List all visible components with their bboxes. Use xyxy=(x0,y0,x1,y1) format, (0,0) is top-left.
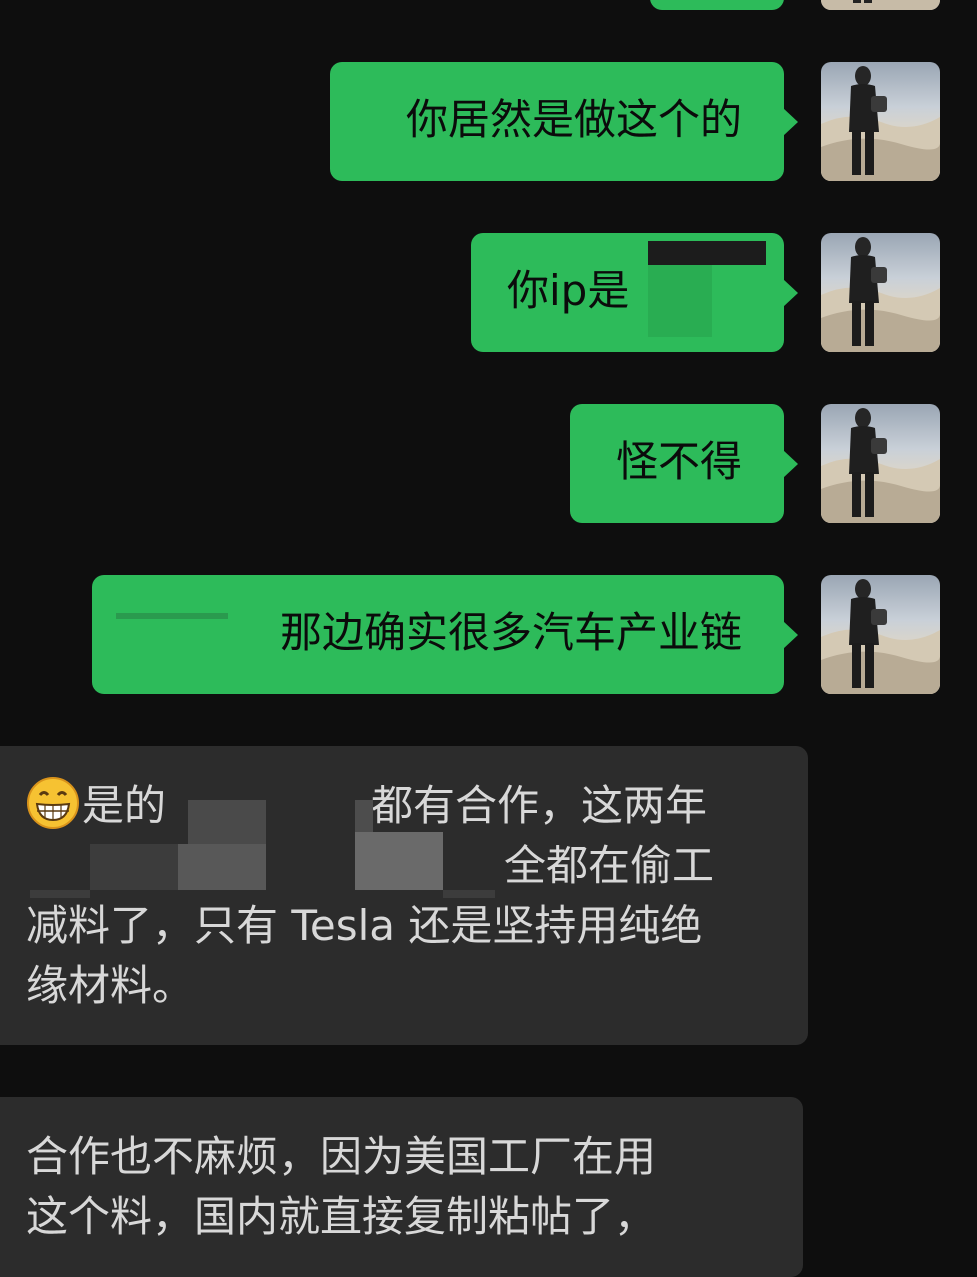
avatar[interactable] xyxy=(821,404,940,523)
message-line: 都有合作，这两年 xyxy=(371,776,707,836)
message-text: 合作也不麻烦，因为美国工厂在用 xyxy=(26,1132,657,1181)
message-text: 缘材料。 xyxy=(26,961,195,1010)
message-text: 是的 xyxy=(82,781,167,830)
cut-off-bubble-top xyxy=(650,0,784,10)
redaction-block xyxy=(355,832,443,890)
message-line: 这个料，国内就直接复制粘帖了， xyxy=(26,1187,656,1247)
redaction-block xyxy=(116,613,228,619)
person-in-desert-avatar-image xyxy=(821,0,940,10)
message-text: 这个料，国内就直接复制粘帖了， xyxy=(26,1192,657,1241)
redaction-block xyxy=(648,241,766,265)
person-in-desert-avatar-image xyxy=(821,408,940,523)
avatar[interactable] xyxy=(821,62,940,181)
person-in-desert-avatar-image xyxy=(821,579,940,694)
message-line: 缘材料。 xyxy=(26,956,194,1016)
person-in-desert-avatar-image xyxy=(821,66,940,181)
avatar[interactable] xyxy=(821,233,940,352)
message-text: 减料了，只有 Tesla 还是坚持用纯绝 xyxy=(26,901,703,950)
message-text: 全都在偷工 xyxy=(504,841,715,890)
redaction-block xyxy=(178,844,266,890)
message-text: 你ip是 xyxy=(507,266,630,315)
avatar[interactable] xyxy=(821,575,940,694)
person-in-desert-avatar-image xyxy=(821,237,940,352)
message-line: 是的 xyxy=(26,776,166,836)
message-text: 你居然是做这个的 xyxy=(405,95,742,144)
sent-message-bubble[interactable]: 怪不得 xyxy=(570,404,798,523)
message-text: 那边确实很多汽车产业链 xyxy=(279,608,742,657)
redaction-block xyxy=(648,265,712,337)
received-message-bubble[interactable]: 是的 都有合作，这两年 全都在偷工 减料了，只有 Tesla 还是坚持用纯绝 缘… xyxy=(0,746,808,1045)
message-text: 怪不得 xyxy=(615,437,742,486)
grinning-face-emoji xyxy=(27,777,79,829)
sent-message-bubble[interactable]: 你居然是做这个的 xyxy=(330,62,798,181)
avatar[interactable] xyxy=(821,0,940,10)
message-text: 都有合作，这两年 xyxy=(371,781,708,830)
message-line: 减料了，只有 Tesla 还是坚持用纯绝 xyxy=(26,896,702,956)
message-line: 合作也不麻烦，因为美国工厂在用 xyxy=(26,1127,656,1187)
message-line: 全都在偷工 xyxy=(504,836,714,896)
sent-message-bubble[interactable]: 你ip是 xyxy=(471,233,798,352)
received-message-bubble[interactable]: 合作也不麻烦，因为美国工厂在用 这个料，国内就直接复制粘帖了， xyxy=(0,1097,803,1277)
redaction-block xyxy=(90,844,178,890)
sent-message-bubble[interactable]: 那边确实很多汽车产业链 xyxy=(92,575,798,694)
